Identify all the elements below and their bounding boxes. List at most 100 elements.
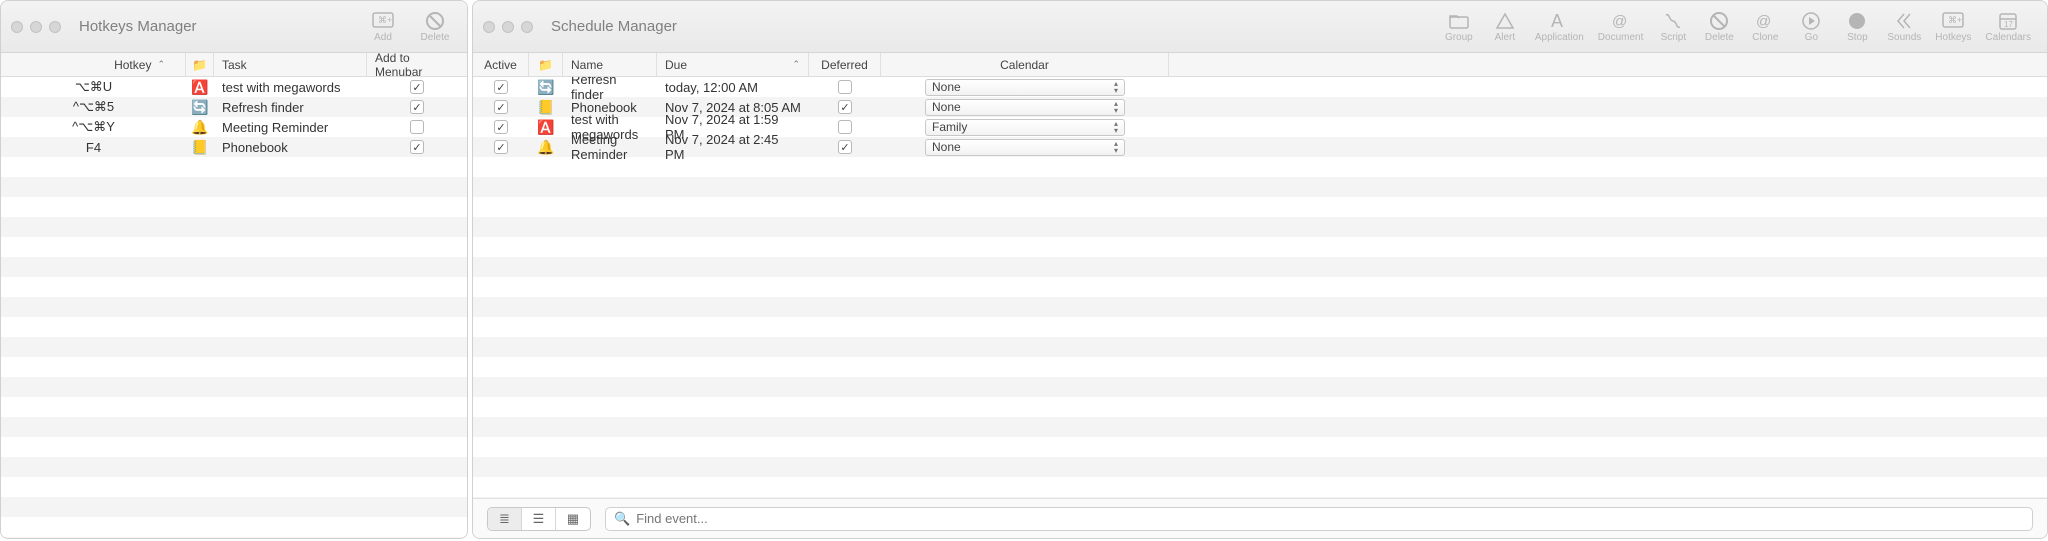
calendar-cell[interactable]: None▴▾	[881, 77, 1169, 97]
group-icon	[1448, 11, 1470, 31]
folder-icon: 📁	[538, 58, 553, 72]
stop-button[interactable]: Stop	[1835, 11, 1879, 43]
calendar-select[interactable]: Family▴▾	[925, 119, 1125, 136]
task-icon: 🅰️	[529, 117, 563, 137]
calendars-button[interactable]: 17Calendars	[1979, 11, 2037, 43]
window-controls[interactable]	[483, 21, 533, 33]
deferred-cell[interactable]: ✓	[809, 97, 881, 117]
add-button[interactable]: ⌘+ Add	[361, 11, 405, 43]
hotkeys-icon: ⌘+	[1942, 11, 1964, 31]
spacer-cell	[1169, 97, 2047, 117]
active-cell[interactable]: ✓	[473, 117, 529, 137]
deferred-cell[interactable]: ✓	[809, 137, 881, 157]
deferred-cell[interactable]	[809, 77, 881, 97]
deferred-column-header[interactable]: Deferred	[809, 53, 881, 76]
menubar-cell[interactable]: ✓	[367, 77, 467, 97]
clone-button[interactable]: @Clone	[1743, 11, 1787, 43]
search-input[interactable]	[636, 511, 2024, 526]
table-row[interactable]: ✓🔄Refresh findertoday, 12:00 AM None▴▾	[473, 77, 2047, 97]
sounds-icon	[1893, 11, 1915, 31]
calendar-cell[interactable]: None▴▾	[881, 137, 1169, 157]
sort-indicator-icon: ⌃	[157, 59, 165, 70]
document-button[interactable]: @Document	[1592, 11, 1650, 43]
alert-button[interactable]: Alert	[1483, 11, 1527, 43]
hotkeys-window-title: Hotkeys Manager	[79, 18, 197, 35]
svg-text:@: @	[1756, 13, 1771, 30]
hotkey-cell: ^⌥⌘Y	[1, 117, 186, 137]
document-icon: @	[1610, 11, 1632, 31]
search-field[interactable]: 🔍	[605, 507, 2033, 531]
calendar-select[interactable]: None▴▾	[925, 139, 1125, 156]
name-column-header[interactable]: Name	[563, 53, 657, 76]
bullet-view-icon[interactable]: ☰	[522, 508, 556, 530]
spacer-column-header	[1169, 53, 2047, 76]
close-icon[interactable]	[11, 21, 23, 33]
icon-column-header[interactable]: 📁	[529, 53, 563, 76]
hotkey-cell: ⌥⌘U	[1, 77, 186, 97]
menubar-cell[interactable]	[367, 117, 467, 137]
task-cell: Refresh finder	[214, 97, 367, 117]
group-button[interactable]: Group	[1437, 11, 1481, 43]
hotkey-column-header[interactable]: Hotkey ⌃	[1, 53, 186, 76]
delete-button[interactable]: Delete	[1697, 11, 1741, 43]
menubar-column-header[interactable]: Add to Menubar	[367, 53, 467, 76]
alert-icon	[1494, 11, 1516, 31]
table-row[interactable]: ^⌥⌘Y🔔Meeting Reminder	[1, 117, 467, 137]
name-cell: Meeting Reminder	[563, 137, 657, 157]
zoom-icon[interactable]	[521, 21, 533, 33]
script-button[interactable]: Script	[1651, 11, 1695, 43]
zoom-icon[interactable]	[49, 21, 61, 33]
active-cell[interactable]: ✓	[473, 97, 529, 117]
due-column-header[interactable]: Due ⌃	[657, 53, 809, 76]
active-column-header[interactable]: Active	[473, 53, 529, 76]
menubar-cell[interactable]: ✓	[367, 97, 467, 117]
task-cell: Meeting Reminder	[214, 117, 367, 137]
schedule-footer: ≣ ☰ ▦ 🔍	[473, 498, 2047, 538]
schedule-column-headers: Active 📁 Name Due ⌃ Deferred Calendar	[473, 53, 2047, 77]
table-row[interactable]: ⌥⌘U🅰️test with megawords✓	[1, 77, 467, 97]
task-icon: 📒	[529, 97, 563, 117]
svg-text:A: A	[1551, 11, 1563, 31]
delete-button[interactable]: Delete	[413, 11, 457, 43]
active-cell[interactable]: ✓	[473, 77, 529, 97]
task-icon: 🔄	[529, 77, 563, 97]
menubar-cell[interactable]: ✓	[367, 137, 467, 157]
table-row[interactable]: F4📒Phonebook✓	[1, 137, 467, 157]
table-row[interactable]: ^⌥⌘5🔄Refresh finder✓	[1, 97, 467, 117]
view-mode-segmented[interactable]: ≣ ☰ ▦	[487, 507, 591, 531]
calendar-select[interactable]: None▴▾	[925, 79, 1125, 96]
minimize-icon[interactable]	[502, 21, 514, 33]
calendar-column-header[interactable]: Calendar	[881, 53, 1169, 76]
hotkey-cell: F4	[1, 137, 186, 157]
application-icon: A	[1548, 11, 1570, 31]
hotkeys-button[interactable]: ⌘+Hotkeys	[1929, 11, 1977, 43]
spacer-cell	[1169, 77, 2047, 97]
calendars-icon: 17	[1997, 11, 2019, 31]
task-column-header[interactable]: Task	[214, 53, 367, 76]
icon-column-header[interactable]: 📁	[186, 53, 214, 76]
add-icon: ⌘+	[372, 11, 394, 31]
active-cell[interactable]: ✓	[473, 137, 529, 157]
calendar-cell[interactable]: Family▴▾	[881, 117, 1169, 137]
name-cell: Refresh finder	[563, 77, 657, 97]
hotkeys-manager-window: Hotkeys Manager ⌘+ Add Delete Hotkey ⌃ 📁…	[0, 0, 468, 539]
application-button[interactable]: AApplication	[1529, 11, 1590, 43]
sounds-button[interactable]: Sounds	[1881, 11, 1927, 43]
spacer-cell	[1169, 117, 2047, 137]
table-row[interactable]: ✓🔔Meeting ReminderNov 7, 2024 at 2:45 PM…	[473, 137, 2047, 157]
schedule-titlebar: Schedule Manager GroupAlertAApplication@…	[473, 1, 2047, 53]
list-view-icon[interactable]: ≣	[488, 508, 522, 530]
schedule-manager-window: Schedule Manager GroupAlertAApplication@…	[472, 0, 2048, 539]
go-button[interactable]: Go	[1789, 11, 1833, 43]
calendar-select[interactable]: None▴▾	[925, 99, 1125, 116]
calendar-cell[interactable]: None▴▾	[881, 97, 1169, 117]
close-icon[interactable]	[483, 21, 495, 33]
minimize-icon[interactable]	[30, 21, 42, 33]
window-controls[interactable]	[11, 21, 61, 33]
task-icon: 🔔	[186, 117, 214, 137]
spacer-cell	[1169, 137, 2047, 157]
deferred-cell[interactable]	[809, 117, 881, 137]
grid-view-icon[interactable]: ▦	[556, 508, 590, 530]
due-cell: today, 12:00 AM	[657, 77, 809, 97]
sort-indicator-icon: ⌃	[792, 59, 800, 70]
